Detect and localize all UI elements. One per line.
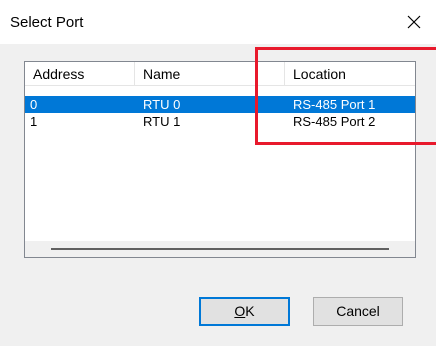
cancel-button[interactable]: Cancel [313, 297, 403, 326]
title-bar: Select Port [0, 0, 436, 44]
horizontal-scrollbar[interactable] [25, 241, 415, 257]
column-header-address[interactable]: Address [25, 62, 135, 86]
close-button[interactable] [392, 0, 436, 44]
list-header: Address Name Location [25, 62, 415, 86]
scrollbar-thumb[interactable] [51, 248, 389, 250]
cell-name: RTU 1 [143, 114, 181, 129]
select-port-dialog: Select Port Address Name Location 0 RTU … [0, 0, 436, 346]
list-row-0[interactable]: 0 RTU 0 RS-485 Port 1 [25, 96, 415, 113]
cell-address: 0 [30, 97, 38, 112]
cell-location: RS-485 Port 2 [293, 114, 376, 129]
ok-mnemonic: O [234, 303, 246, 319]
ok-button[interactable]: OK [199, 297, 290, 326]
dialog-title: Select Port [10, 14, 84, 31]
list-row-1[interactable]: 1 RTU 1 RS-485 Port 2 [25, 113, 415, 130]
cell-name: RTU 0 [143, 97, 181, 112]
close-icon [407, 15, 421, 29]
cell-address: 1 [30, 114, 38, 129]
column-header-location[interactable]: Location [285, 62, 415, 86]
cell-location: RS-485 Port 1 [293, 97, 376, 112]
column-header-name[interactable]: Name [135, 62, 258, 86]
ok-label-rest: K [245, 303, 255, 319]
port-list[interactable]: Address Name Location 0 RTU 0 RS-485 Por… [24, 61, 416, 258]
column-header-spacer[interactable] [258, 62, 285, 86]
